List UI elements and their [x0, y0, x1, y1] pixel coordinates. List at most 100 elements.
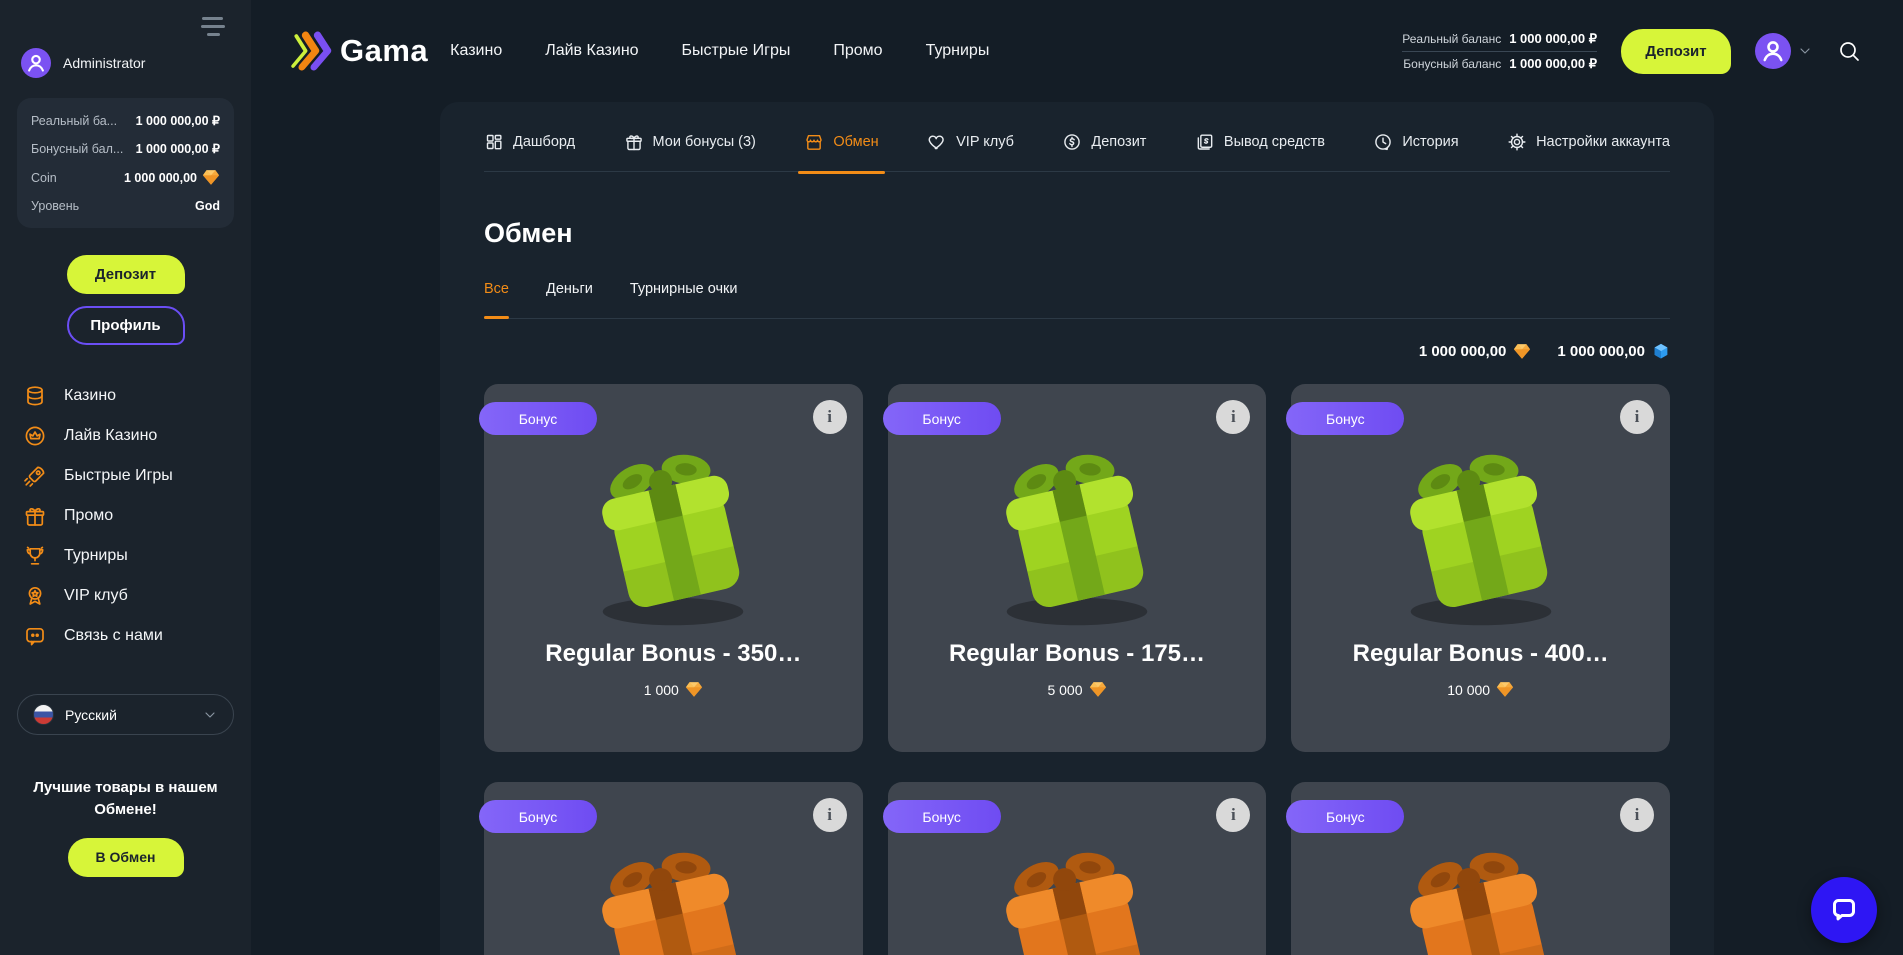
- bonus-badge: Бонус: [883, 402, 1001, 435]
- gift-image: [566, 424, 780, 634]
- orange-gem-icon: [685, 681, 703, 698]
- bonus-card[interactable]: Бонус i Regular Bonus - 400… 10 000: [1291, 384, 1670, 752]
- sidebar-item-casino[interactable]: Казино: [23, 383, 234, 408]
- sidebar-collapse-icon[interactable]: [201, 17, 227, 39]
- sidebar-item-fast-games[interactable]: Быстрые Игры: [23, 463, 234, 488]
- tab-vip-club[interactable]: VIP клуб: [927, 132, 1014, 152]
- header-right: Реальный баланс 1 000 000,00 ₽ Бонусный …: [1402, 27, 1861, 76]
- info-icon[interactable]: i: [1620, 400, 1654, 434]
- gift-image: [970, 424, 1184, 634]
- bonus-card-title: Regular Bonus - 175…: [949, 640, 1205, 668]
- gift-image: [970, 822, 1184, 955]
- level-row: Уровень God: [31, 199, 220, 213]
- tab-dashboard[interactable]: Дашборд: [484, 132, 575, 152]
- to-exchange-button[interactable]: В Обмен: [68, 838, 184, 877]
- filter-all[interactable]: Все: [484, 281, 509, 297]
- tab-history[interactable]: История: [1373, 132, 1458, 152]
- chat-icon: [23, 624, 47, 648]
- top-nav-casino[interactable]: Казино: [450, 42, 502, 60]
- user-avatar-icon: [1755, 33, 1791, 69]
- orange-gem-icon: [1089, 681, 1107, 698]
- gift-icon: [23, 504, 47, 528]
- account-tabs: Дашборд Мои бонусы (3) Обмен VIP клуб Де…: [484, 132, 1670, 172]
- real-balance-row: Реальный ба... 1 000 000,00 ₽: [31, 113, 220, 128]
- info-icon[interactable]: i: [813, 798, 847, 832]
- header-real-balance: Реальный баланс 1 000 000,00 ₽: [1402, 27, 1597, 52]
- sidebar-profile[interactable]: Administrator: [17, 0, 234, 78]
- sidebar-nav: Казино Лайв Казино Быстрые Игры Промо Ту…: [17, 383, 234, 648]
- promo-text: Лучшие товары в нашем Обмене!: [17, 777, 234, 821]
- filter-tournament-points[interactable]: Турнирные очки: [630, 281, 738, 297]
- wallet-balances: 1 000 000,00 1 000 000,00: [484, 343, 1670, 360]
- coin-balance-value: 1 000 000,00: [124, 171, 197, 185]
- bonus-badge: Бонус: [883, 800, 1001, 833]
- sidebar-item-tournaments[interactable]: Турниры: [23, 543, 234, 568]
- bonus-card[interactable]: Бонус i Regular Bonus - 350… 1 000: [484, 384, 863, 752]
- search-icon[interactable]: [1837, 39, 1861, 63]
- tab-exchange[interactable]: Обмен: [804, 132, 878, 152]
- tab-my-bonuses[interactable]: Мои бонусы (3): [624, 132, 756, 152]
- tab-withdraw[interactable]: Вывод средств: [1195, 132, 1325, 152]
- account-menu[interactable]: [1755, 33, 1813, 69]
- top-nav: Казино Лайв Казино Быстрые Игры Промо Ту…: [450, 42, 989, 60]
- info-icon[interactable]: i: [1216, 798, 1250, 832]
- chevron-down-icon: [1797, 43, 1813, 59]
- live-chat-button[interactable]: [1811, 877, 1877, 943]
- bonus-balance-value: 1 000 000,00 ₽: [136, 141, 220, 156]
- bonus-card-title: Regular Bonus - 400…: [1353, 640, 1609, 668]
- orange-gem-icon: [1496, 681, 1514, 698]
- bonus-card[interactable]: Бонус i: [1291, 782, 1670, 955]
- bonus-card[interactable]: Бонус i: [888, 782, 1267, 955]
- sidebar-item-contact-us[interactable]: Связь с нами: [23, 623, 234, 648]
- blue-gem-icon: [1652, 343, 1670, 360]
- bonus-badge: Бонус: [479, 800, 597, 833]
- level-value: God: [195, 199, 220, 213]
- user-avatar-icon: [21, 48, 51, 78]
- info-icon[interactable]: i: [1216, 400, 1250, 434]
- filter-money[interactable]: Деньги: [546, 281, 593, 297]
- bonus-badge: Бонус: [1286, 800, 1404, 833]
- coin-balance-label: Coin: [31, 171, 57, 185]
- bonus-card-price: 1 000: [644, 681, 703, 698]
- heart-icon: [927, 132, 947, 152]
- sidebar-deposit-button[interactable]: Депозит: [67, 255, 185, 294]
- info-icon[interactable]: i: [1620, 798, 1654, 832]
- bonus-badge: Бонус: [1286, 402, 1404, 435]
- gift-icon: [624, 132, 644, 152]
- bonus-balance-row: Бонусный бал... 1 000 000,00 ₽: [31, 141, 220, 156]
- info-icon[interactable]: i: [813, 400, 847, 434]
- language-selector[interactable]: Русский: [17, 694, 234, 735]
- sidebar: Administrator Реальный ба... 1 000 000,0…: [0, 0, 251, 955]
- top-header: Gama Казино Лайв Казино Быстрые Игры Про…: [251, 0, 1903, 102]
- sidebar-profile-button[interactable]: Профиль: [67, 306, 185, 345]
- bonus-card-title: Regular Bonus - 350…: [545, 640, 801, 668]
- page-title: Обмен: [484, 218, 1670, 249]
- top-nav-promo[interactable]: Промо: [833, 42, 882, 60]
- header-deposit-button[interactable]: Депозит: [1621, 29, 1731, 74]
- top-nav-tournaments[interactable]: Турниры: [926, 42, 990, 60]
- gift-image: [1374, 822, 1588, 955]
- bonus-badge: Бонус: [479, 402, 597, 435]
- chevron-down-icon: [202, 707, 218, 723]
- gama-logo[interactable]: Gama: [288, 29, 428, 73]
- tab-account-settings[interactable]: Настройки аккаунта: [1507, 132, 1670, 152]
- sidebar-item-live-casino[interactable]: Лайв Казино: [23, 423, 234, 448]
- sidebar-item-promo[interactable]: Промо: [23, 503, 234, 528]
- sidebar-item-vip-club[interactable]: VIP клуб: [23, 583, 234, 608]
- sidebar-balance-panel: Реальный ба... 1 000 000,00 ₽ Бонусный б…: [17, 98, 234, 228]
- shop-icon: [804, 132, 824, 152]
- bonus-card[interactable]: Бонус i Regular Bonus - 175… 5 000: [888, 384, 1267, 752]
- medal-icon: [23, 584, 47, 608]
- top-nav-live-casino[interactable]: Лайв Казино: [545, 42, 638, 60]
- cards-grid: Бонус i Regular Bonus - 350… 1 000 Бонус…: [484, 384, 1670, 955]
- account-panel: Дашборд Мои бонусы (3) Обмен VIP клуб Де…: [440, 102, 1714, 955]
- wallet-points-balance: 1 000 000,00: [1557, 343, 1670, 360]
- bonus-card[interactable]: Бонус i: [484, 782, 863, 955]
- coins-icon: [23, 384, 47, 408]
- top-nav-fast-games[interactable]: Быстрые Игры: [682, 42, 791, 60]
- logo-chevrons-icon: [288, 29, 332, 73]
- gear-icon: [1507, 132, 1527, 152]
- orange-gem-icon: [1513, 343, 1531, 360]
- level-label: Уровень: [31, 199, 79, 213]
- tab-deposit[interactable]: Депозит: [1062, 132, 1146, 152]
